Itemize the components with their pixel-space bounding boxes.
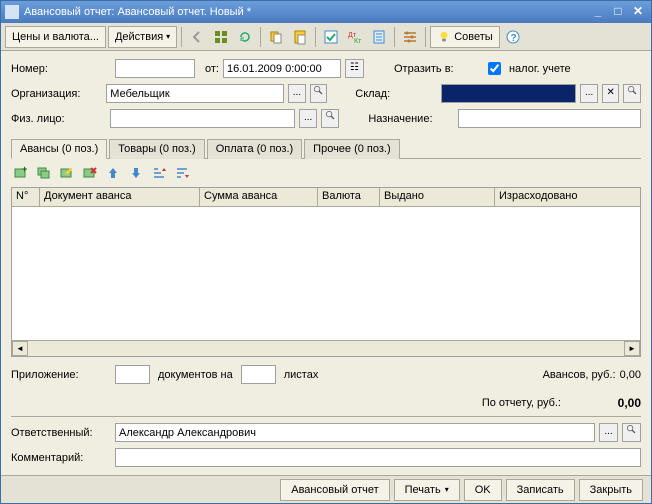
svg-text:+: + [22,165,27,174]
person-select-button[interactable]: ... [299,109,317,128]
ok-button[interactable]: OK [464,479,502,501]
reflect-label: Отразить в: [394,63,484,75]
responsible-input[interactable] [115,423,595,442]
copy-row-icon[interactable] [34,163,54,183]
col-doc[interactable]: Документ аванса [40,188,200,206]
purpose-input[interactable] [458,109,641,128]
responsible-select-button[interactable]: ... [599,423,618,442]
report-sum-label: По отчету, руб.: [482,397,561,409]
responsible-open-button[interactable] [622,423,641,442]
number-label: Номер: [11,63,111,75]
sort-asc-icon[interactable] [149,163,169,183]
attach-sheets-label: листах [284,369,319,381]
tab-payment[interactable]: Оплата (0 поз.) [207,139,302,159]
org-input[interactable] [106,84,284,103]
sort-desc-icon[interactable] [172,163,192,183]
date-picker-button[interactable]: ☷ [345,59,364,78]
paste-icon[interactable] [289,26,311,48]
grid: N° Документ аванса Сумма аванса Валюта В… [11,187,641,357]
nav-back-icon[interactable] [186,26,208,48]
tabs: Авансы (0 поз.) Товары (0 поз.) Оплата (… [11,138,641,159]
structure-icon[interactable] [210,26,232,48]
titlebar: Авансовый отчет: Авансовый отчет. Новый … [1,1,651,23]
person-label: Физ. лицо: [11,113,106,125]
warehouse-select-button[interactable]: ... [580,84,598,103]
maximize-button[interactable]: □ [609,4,627,20]
grid-toolbar: + [11,159,641,187]
grid-header: N° Документ аванса Сумма аванса Валюта В… [12,188,640,207]
form-content: Номер: от: ☷ Отразить в: налог. учете Ор… [1,51,651,475]
org-select-button[interactable]: ... [288,84,306,103]
tax-label: налог. учете [509,63,571,75]
attach-sheets-input[interactable] [241,365,276,384]
person-open-button[interactable] [321,109,339,128]
grid-body[interactable] [12,207,640,340]
bottom-bar: Авансовый отчет Печать▾ OK Записать Закр… [1,475,651,503]
tab-goods[interactable]: Товары (0 поз.) [109,139,204,159]
close-window-button[interactable]: Закрыть [579,479,643,501]
delete-row-icon[interactable] [80,163,100,183]
date-input[interactable] [223,59,341,78]
report-form-button[interactable]: Авансовый отчет [280,479,389,501]
col-issued[interactable]: Выдано [380,188,495,206]
print-button[interactable]: Печать▾ [394,479,460,501]
advice-button[interactable]: Советы [430,26,499,48]
add-row-icon[interactable]: + [11,163,31,183]
purpose-label: Назначение: [368,113,454,125]
warehouse-clear-button[interactable]: ✕ [602,84,620,103]
warehouse-open-button[interactable] [623,84,641,103]
col-sum[interactable]: Сумма аванса [200,188,318,206]
tax-checkbox[interactable] [488,62,501,75]
attach-docs-input[interactable] [115,365,150,384]
svg-text:?: ? [510,33,516,44]
responsible-label: Ответственный: [11,427,111,439]
settings-icon[interactable] [399,26,421,48]
col-num[interactable]: N° [12,188,40,206]
window-title: Авансовый отчет: Авансовый отчет. Новый … [24,6,587,18]
move-down-icon[interactable] [126,163,146,183]
grid-hscroll[interactable]: ◄ ► [12,340,640,356]
dtkt-icon[interactable]: ДтКт [344,26,366,48]
main-toolbar: Цены и валюта... Действия▾ ДтКт Советы ? [1,23,651,51]
org-label: Организация: [11,88,102,100]
from-label: от: [205,63,219,75]
scroll-left-icon[interactable]: ◄ [12,341,28,356]
col-currency[interactable]: Валюта [318,188,380,206]
col-spent[interactable]: Израсходовано [495,188,640,206]
scroll-right-icon[interactable]: ► [624,341,640,356]
warehouse-label: Склад: [355,88,437,100]
refresh-icon[interactable] [234,26,256,48]
write-button[interactable]: Записать [506,479,575,501]
advance-sum-value: 0,00 [620,369,641,381]
attach-docs-label: документов на [158,369,233,381]
prices-currency-button[interactable]: Цены и валюта... [5,26,106,48]
number-input[interactable] [115,59,195,78]
post-icon[interactable] [320,26,342,48]
actions-menu[interactable]: Действия▾ [108,26,177,48]
copy-icon[interactable] [265,26,287,48]
window: Авансовый отчет: Авансовый отчет. Новый … [0,0,652,504]
tab-advances[interactable]: Авансы (0 поз.) [11,139,107,159]
close-button[interactable]: ✕ [629,4,647,20]
help-icon[interactable]: ? [502,26,524,48]
person-input[interactable] [110,109,295,128]
comment-input[interactable] [115,448,641,467]
report-sum-value: 0,00 [581,396,641,410]
move-up-icon[interactable] [103,163,123,183]
report-icon[interactable] [368,26,390,48]
org-open-button[interactable] [310,84,328,103]
tab-other[interactable]: Прочее (0 поз.) [304,139,399,159]
minimize-button[interactable]: _ [589,4,607,20]
edit-row-icon[interactable] [57,163,77,183]
app-icon [5,5,19,19]
svg-text:Кт: Кт [354,38,362,45]
comment-label: Комментарий: [11,452,111,464]
attach-label: Приложение: [11,369,111,381]
advance-sum-label: Авансов, руб.: [543,369,616,381]
warehouse-input[interactable] [441,84,576,103]
